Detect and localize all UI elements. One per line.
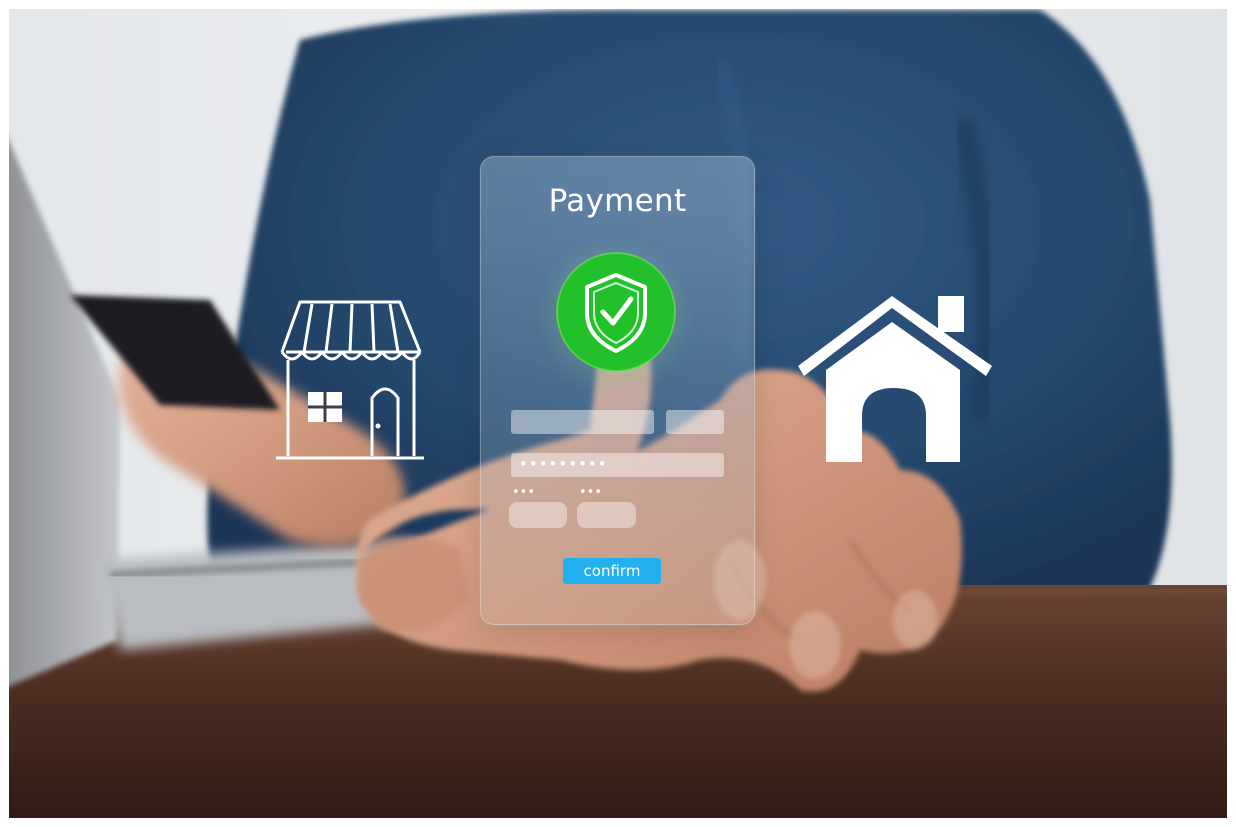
account-field-extra[interactable] [666, 410, 724, 434]
password-mask: ••••••••• [519, 455, 608, 473]
expiry-mask: ••• [512, 485, 536, 500]
payment-panel: Payment ••••••••• ••• ••• confirm [480, 156, 755, 625]
house-icon [798, 296, 992, 462]
shield-check-icon[interactable] [555, 251, 677, 373]
confirm-button[interactable]: confirm [563, 558, 661, 584]
panel-title: Payment [548, 183, 687, 219]
payment-photo-scene: Payment ••••••••• ••• ••• confirm [0, 0, 1236, 827]
cvv-mask: ••• [579, 485, 603, 500]
cvv-field[interactable] [577, 502, 636, 528]
account-field[interactable] [511, 410, 654, 434]
expiry-field[interactable] [509, 502, 567, 528]
storefront-icon [276, 300, 424, 460]
